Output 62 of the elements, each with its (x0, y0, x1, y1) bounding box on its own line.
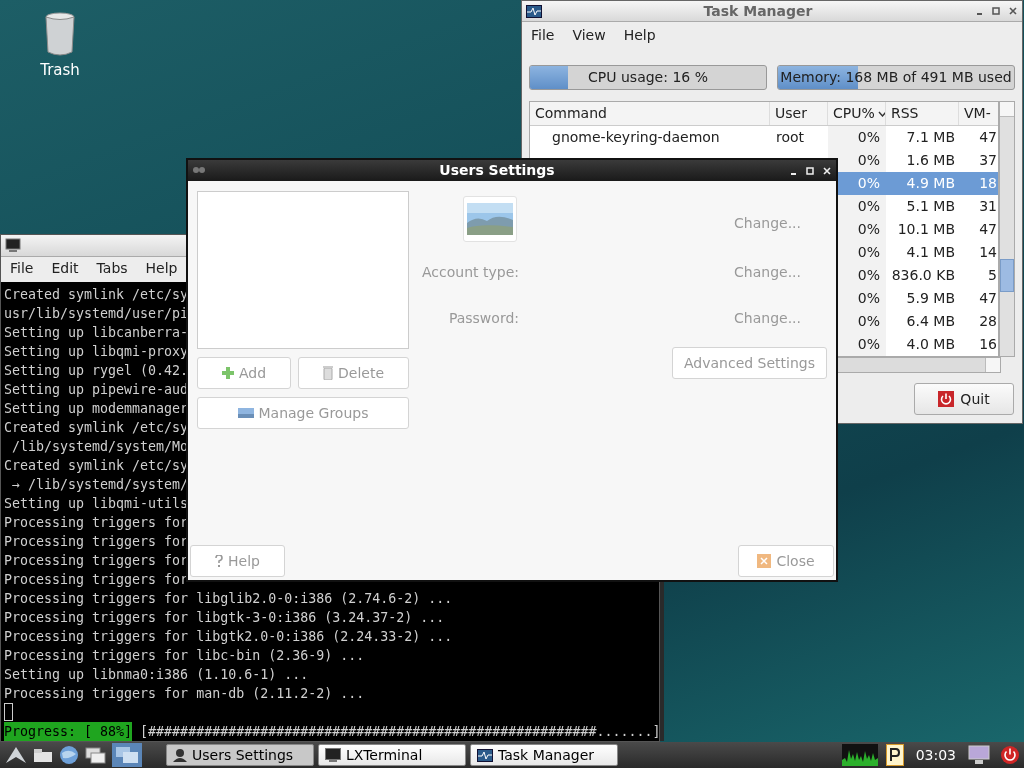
terminal-line: Processing triggers for (4, 552, 189, 570)
table-cell-text: 0% (857, 197, 880, 216)
table-cell-text: 47 (979, 220, 997, 239)
terminal-line: Processing triggers for libgtk2.0-0:i386 (2.24.33-2) ... (4, 628, 453, 646)
table-cell-text: 4.1 MB (906, 243, 955, 262)
window-title: Users Settings (438, 161, 556, 180)
memory-usage-bar: Memory: 168 MB of 491 MB used (777, 65, 1015, 90)
table-cell-text: 0% (857, 151, 880, 170)
table-cell-text: 5.1 MB (906, 197, 955, 216)
terminal-line: usr/lib/systemd/user/pi (4, 305, 189, 323)
table-cell-text: root (776, 128, 805, 147)
table-cell-text: 4.9 MB (906, 174, 955, 193)
terminal-line: → /lib/systemd/system/ (11, 476, 189, 494)
terminal-line: Processing triggers for libglib2.0-0:i386 (2.74.6-2) ... (4, 590, 453, 608)
table-cell-text: 47 (979, 128, 997, 147)
table-cell-text: 0% (857, 312, 880, 331)
terminal-line: Processing triggers for (4, 514, 189, 532)
terminal-line: Setting up libcanberra- (4, 324, 189, 342)
table-cell-text: 37 (979, 151, 997, 170)
table-cell-text: 0% (857, 289, 880, 308)
table-cell-text: 28 (979, 312, 997, 331)
terminal-line: Processing triggers for (4, 533, 189, 551)
table-cell-text: 18 (979, 174, 997, 193)
field-label: Account type: (421, 262, 519, 282)
terminal-line: Created symlink /etc/sy (4, 419, 189, 437)
table-cell-text: 10.1 MB (897, 220, 955, 239)
table-cell-text: 4.0 MB (906, 335, 955, 354)
terminal-line: Setting up pipewire-aud (4, 381, 189, 399)
table-cell-text: 836.0 KB (891, 266, 955, 285)
table-cell-text: 0% (857, 243, 880, 262)
terminal-line: Created symlink /etc/sy (4, 457, 189, 475)
table-cell-text: 5.9 MB (906, 289, 955, 308)
terminal-line: Setting up libqmi-utils (4, 495, 189, 513)
table-cell-text: 16 (979, 335, 997, 354)
terminal-line: Created symlink /etc/sy (4, 286, 189, 304)
table-cell-text: gnome-keyring-daemon (552, 128, 720, 147)
table-cell-text: 7.1 MB (906, 128, 955, 147)
progress-label: Progress: [ 88%] (4, 722, 133, 741)
table-cell-text: 0% (857, 128, 880, 147)
field-label: Password: (447, 308, 519, 328)
terminal-line: /lib/systemd/system/Mo (11, 438, 189, 456)
terminal-line: Processing triggers for libc-bin (2.36-9) ... (4, 647, 365, 665)
table-cell-text: 0% (857, 220, 880, 239)
terminal-line: Processing triggers for libgtk-3-0:i386 (3.24.37-2) ... (4, 609, 445, 627)
terminal-line: Processing triggers for (4, 571, 189, 589)
terminal-line: Processing triggers for man-db (2.11.2-2) ... (4, 685, 365, 703)
table-cell-text: 0% (857, 335, 880, 354)
table-cell-text: 5 (988, 266, 997, 285)
window-title: Task Manager (702, 1, 814, 21)
cpu-usage-bar: CPU usage: 16 % (529, 65, 767, 90)
table-cell-text: 0% (857, 174, 880, 193)
terminal-line: Setting up rygel (0.42. (4, 362, 189, 380)
table-cell-text: 1.6 MB (906, 151, 955, 170)
table-cell-text: 31 (979, 197, 997, 216)
table-cell-text: 47 (979, 289, 997, 308)
progress-bar-text: [########################################################.......] (140, 723, 661, 741)
terminal-line: Setting up libnma0:i386 (1.10.6-1) ... (4, 666, 309, 684)
table-cell-text: 14 (979, 243, 997, 262)
terminal-line: Setting up libqmi-proxy (4, 343, 189, 361)
table-cell-text: 6.4 MB (906, 312, 955, 331)
table-cell-text: 0% (857, 266, 880, 285)
terminal-line: Setting up modemmanager (4, 400, 189, 418)
